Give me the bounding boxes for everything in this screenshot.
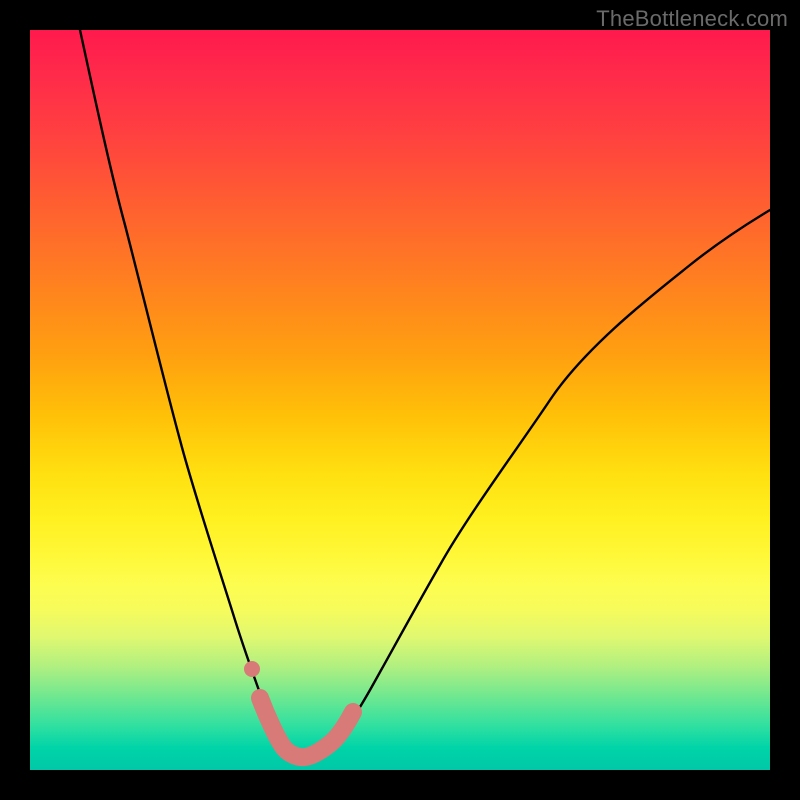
watermark-text: TheBottleneck.com (596, 6, 788, 32)
curve-right-branch (302, 210, 770, 758)
curve-left-branch (80, 30, 302, 758)
highlight-dot (244, 661, 260, 677)
highlight-segment (260, 698, 353, 757)
bottleneck-curve-svg (30, 30, 770, 770)
chart-area (30, 30, 770, 770)
